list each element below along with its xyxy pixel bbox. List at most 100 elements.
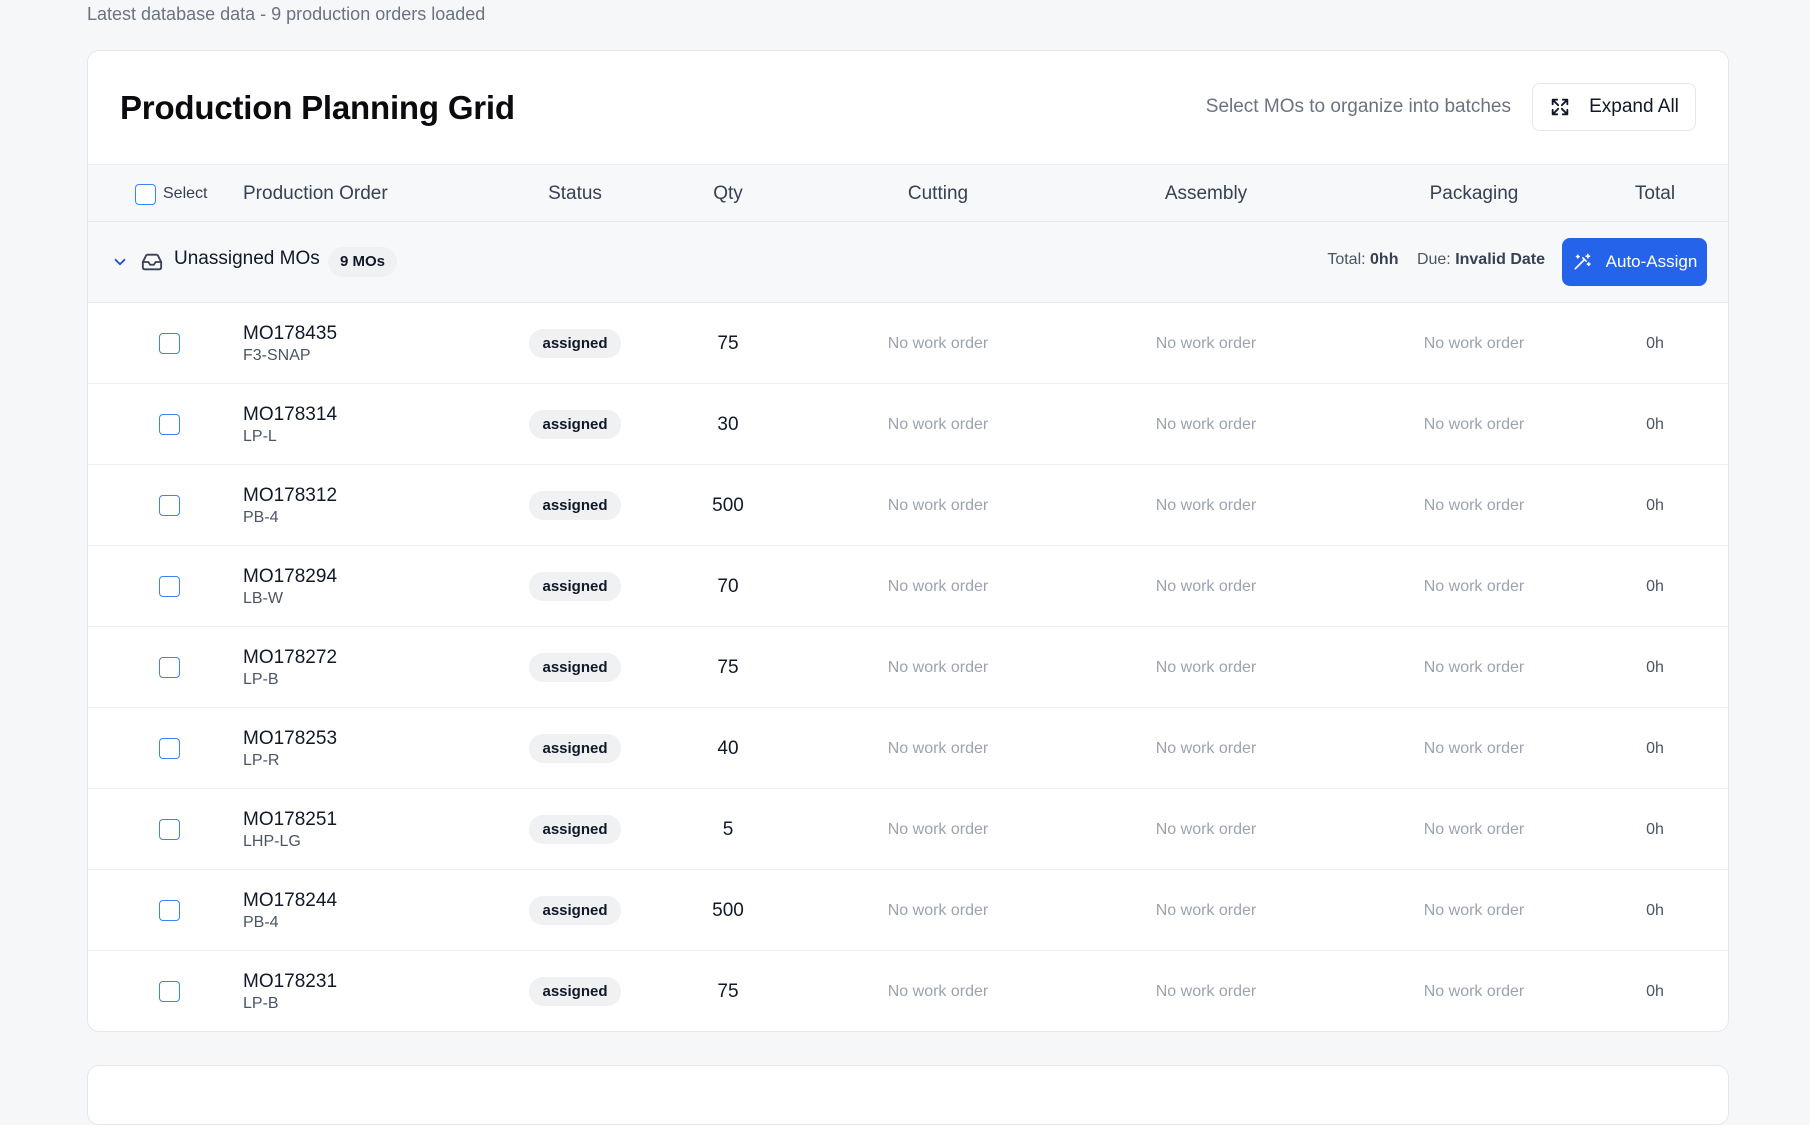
cutting-cell: No work order xyxy=(838,627,1038,708)
mo-info: MO178251 LHP-LG xyxy=(243,809,337,851)
row-checkbox[interactable] xyxy=(159,576,180,597)
total-cell: 0h xyxy=(1615,789,1695,870)
mo-info: MO178272 LP-B xyxy=(243,647,337,689)
group-name: Unassigned MOs xyxy=(174,248,320,269)
qty-cell: 75 xyxy=(678,303,778,384)
table-row[interactable]: MO178272 LP-B assigned 75 No work order No wo… xyxy=(88,627,1728,708)
status-cell: assigned xyxy=(505,708,645,789)
assembly-column-header[interactable]: Assembly xyxy=(1106,165,1306,223)
status-cell: assigned xyxy=(505,546,645,627)
mo-info: MO178294 LB-W xyxy=(243,566,337,608)
production-order-cell: MO178253 LP-R xyxy=(243,708,337,789)
production-order-cell: MO178251 LHP-LG xyxy=(243,789,337,870)
row-checkbox[interactable] xyxy=(159,495,180,516)
mo-count-badge: 9 MOs xyxy=(328,247,398,277)
status-column-header[interactable]: Status xyxy=(505,165,645,223)
row-checkbox[interactable] xyxy=(159,333,180,354)
assembly-work-order: No work order xyxy=(1155,982,1257,1000)
row-checkbox[interactable] xyxy=(159,900,180,921)
total-value: 0h xyxy=(1646,415,1664,433)
assembly-cell: No work order xyxy=(1106,708,1306,789)
mo-id[interactable]: MO178314 xyxy=(243,404,337,426)
group-due-label: Due: xyxy=(1416,251,1451,268)
total-cell: 0h xyxy=(1615,546,1695,627)
packaging-work-order: No work order xyxy=(1423,820,1525,838)
row-checkbox[interactable] xyxy=(159,414,180,435)
select-column-header: Select xyxy=(163,185,208,202)
auto-assign-button[interactable]: Auto-Assign xyxy=(1562,238,1707,286)
page-title: Production Planning Grid xyxy=(120,88,515,126)
row-checkbox[interactable] xyxy=(159,819,180,840)
assembly-cell: No work order xyxy=(1106,627,1306,708)
total-value: 0h xyxy=(1646,739,1664,757)
select-all-checkbox[interactable] xyxy=(135,183,156,205)
mo-id[interactable]: MO178231 xyxy=(243,971,337,993)
row-select-cell xyxy=(159,870,180,951)
row-checkbox[interactable] xyxy=(159,657,180,678)
row-select-cell xyxy=(159,708,180,789)
mo-id[interactable]: MO178253 xyxy=(243,728,337,750)
group-due-value: Invalid Date xyxy=(1455,251,1545,268)
cutting-work-order: No work order xyxy=(887,577,989,595)
card-header: Production Planning Grid Select MOs to o… xyxy=(88,51,1728,164)
row-select-cell xyxy=(159,546,180,627)
table-row[interactable]: MO178312 PB-4 assigned 500 No work order No w… xyxy=(88,465,1728,546)
unassigned-group-row[interactable]: Unassigned MOs 9 MOs Total: 0hh Due: Inv… xyxy=(88,222,1728,303)
mo-info: MO178253 LP-R xyxy=(243,728,337,770)
table-row[interactable]: MO178294 LB-W assigned 70 No work order No wo… xyxy=(88,546,1728,627)
mo-id[interactable]: MO178294 xyxy=(243,566,337,588)
table-row[interactable]: MO178435 F3-SNAP assigned 75 No work order No… xyxy=(88,303,1728,384)
production-planning-card: Production Planning Grid Select MOs to o… xyxy=(87,50,1729,1032)
packaging-work-order: No work order xyxy=(1423,415,1525,433)
qty-cell: 500 xyxy=(678,465,778,546)
status-badge: assigned xyxy=(529,815,621,844)
mo-id[interactable]: MO178312 xyxy=(243,485,337,507)
mo-id[interactable]: MO178244 xyxy=(243,890,337,912)
assembly-work-order: No work order xyxy=(1155,334,1257,352)
total-cell: 0h xyxy=(1615,708,1695,789)
status-cell: assigned xyxy=(505,465,645,546)
table-row[interactable]: MO178314 LP-L assigned 30 No work order No wo… xyxy=(88,384,1728,465)
packaging-column-header[interactable]: Packaging xyxy=(1374,165,1574,223)
mo-info: MO178312 PB-4 xyxy=(243,485,337,527)
row-select-cell xyxy=(159,627,180,708)
expand-all-button[interactable]: Expand All xyxy=(1532,83,1696,131)
table-row[interactable]: MO178244 PB-4 assigned 500 No work order No w… xyxy=(88,870,1728,951)
packaging-cell: No work order xyxy=(1374,384,1574,465)
qty-column-header[interactable]: Qty xyxy=(678,165,778,223)
total-value: 0h xyxy=(1646,577,1664,595)
qty-cell: 70 xyxy=(678,546,778,627)
table-row[interactable]: MO178253 LP-R assigned 40 No work order No wo… xyxy=(88,708,1728,789)
mo-id[interactable]: MO178272 xyxy=(243,647,337,669)
mo-info: MO178244 PB-4 xyxy=(243,890,337,932)
cutting-cell: No work order xyxy=(838,789,1038,870)
mo-id[interactable]: MO178435 xyxy=(243,323,337,345)
status-cell: assigned xyxy=(505,627,645,708)
mo-id[interactable]: MO178251 xyxy=(243,809,337,831)
production-order-column-header[interactable]: Production Order xyxy=(243,165,388,223)
total-column-header[interactable]: Total xyxy=(1615,165,1695,223)
row-checkbox[interactable] xyxy=(159,981,180,1002)
mo-info: MO178435 F3-SNAP xyxy=(243,323,337,365)
select-hint: Select MOs to organize into batches xyxy=(1205,96,1511,117)
qty-value: 75 xyxy=(717,332,739,354)
packaging-work-order: No work order xyxy=(1423,901,1525,919)
chevron-down-icon[interactable] xyxy=(111,253,129,271)
packaging-work-order: No work order xyxy=(1423,658,1525,676)
assembly-cell: No work order xyxy=(1106,384,1306,465)
qty-cell: 500 xyxy=(678,870,778,951)
table-row[interactable]: MO178251 LHP-LG assigned 5 No work order No w… xyxy=(88,789,1728,870)
total-cell: 0h xyxy=(1615,870,1695,951)
status-badge: assigned xyxy=(529,329,621,358)
table-row[interactable]: MO178231 LP-B assigned 75 No work order No wo… xyxy=(88,951,1728,1031)
row-select-cell xyxy=(159,789,180,870)
row-checkbox[interactable] xyxy=(159,738,180,759)
assembly-work-order: No work order xyxy=(1155,415,1257,433)
assembly-work-order: No work order xyxy=(1155,496,1257,514)
group-total-label: Total: xyxy=(1327,251,1366,268)
cutting-column-header[interactable]: Cutting xyxy=(838,165,1038,223)
status-cell: assigned xyxy=(505,951,645,1031)
production-order-cell: MO178294 LB-W xyxy=(243,546,337,627)
status-badge: assigned xyxy=(529,572,621,601)
packaging-cell: No work order xyxy=(1374,546,1574,627)
